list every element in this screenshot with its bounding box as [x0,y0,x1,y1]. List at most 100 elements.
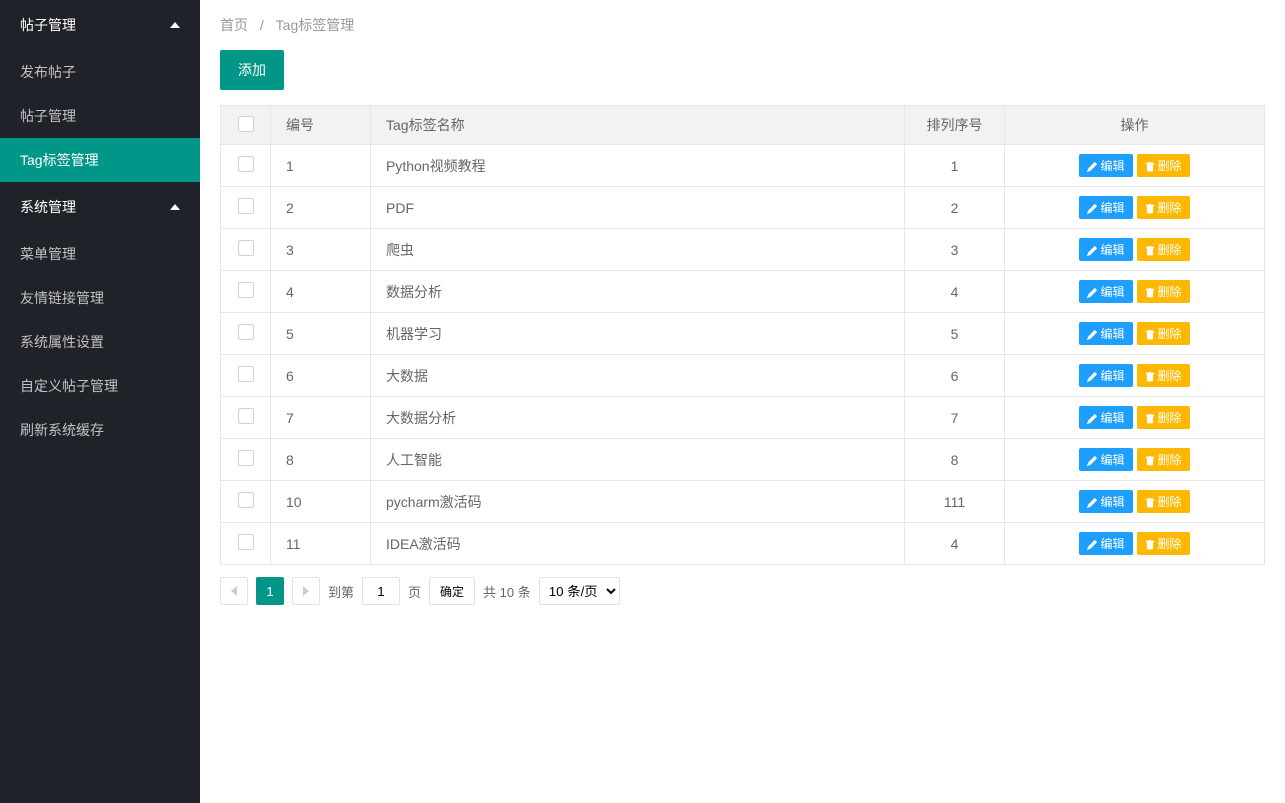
chevron-up-icon [170,204,180,210]
row-id: 6 [271,355,371,397]
row-name: 大数据 [371,355,905,397]
row-name: 爬虫 [371,229,905,271]
edit-label: 编辑 [1100,451,1124,468]
sidebar-item[interactable]: 自定义帖子管理 [0,364,200,408]
edit-label: 编辑 [1100,199,1124,216]
breadcrumb-separator: / [260,17,264,33]
row-name: Python视频教程 [371,145,905,187]
row-checkbox[interactable] [238,156,254,172]
pencil-icon [1087,539,1097,549]
row-checkbox[interactable] [238,240,254,256]
page-input[interactable] [362,577,400,605]
delete-label: 删除 [1158,325,1182,342]
nav-group-title[interactable]: 帖子管理 [0,0,200,50]
edit-label: 编辑 [1100,535,1124,552]
row-checkbox[interactable] [238,408,254,424]
row-id: 2 [271,187,371,229]
prev-page-button[interactable] [220,577,248,605]
per-page-select[interactable]: 10 条/页 [539,577,620,605]
edit-button[interactable]: 编辑 [1079,238,1132,261]
goto-label: 到第 [328,582,354,601]
row-actions: 编辑 删除 [1005,271,1265,313]
row-id: 4 [271,271,371,313]
delete-button[interactable]: 删除 [1137,154,1190,177]
next-page-button[interactable] [292,577,320,605]
table-row: 10pycharm激活码111编辑删除 [221,481,1265,523]
nav-group-title[interactable]: 系统管理 [0,182,200,232]
edit-button[interactable]: 编辑 [1079,532,1132,555]
nav-group-label: 系统管理 [20,197,76,217]
sidebar-item[interactable]: 菜单管理 [0,232,200,276]
sidebar-item[interactable]: 帖子管理 [0,94,200,138]
row-checkbox[interactable] [238,198,254,214]
row-id: 11 [271,523,371,565]
delete-label: 删除 [1158,409,1182,426]
sidebar-item[interactable]: 发布帖子 [0,50,200,94]
row-actions: 编辑删除 [1005,145,1265,187]
delete-button[interactable]: 删除 [1137,532,1190,555]
edit-button[interactable]: 编辑 [1079,448,1132,471]
delete-label: 删除 [1158,367,1182,384]
table-row: 11IDEA激活码4编辑删除 [221,523,1265,565]
row-sort: 111 [905,481,1005,523]
row-name: PDF [371,187,905,229]
breadcrumb: 首页 / Tag标签管理 [220,15,1265,35]
edit-button[interactable]: 编辑 [1079,280,1132,303]
edit-button[interactable]: 编辑 [1079,322,1132,345]
row-checkbox[interactable] [238,324,254,340]
table-row: 6大数据6 编辑 删除 [221,355,1265,397]
row-checkbox[interactable] [238,534,254,550]
delete-button[interactable]: 删除 [1137,238,1190,261]
edit-button[interactable]: 编辑 [1079,364,1132,387]
row-name: 大数据分析 [371,397,905,439]
edit-button[interactable]: 编辑 [1079,490,1132,513]
edit-button[interactable]: 编辑 [1079,154,1132,177]
delete-label: 删除 [1158,535,1182,552]
trash-icon [1145,413,1155,423]
delete-button[interactable]: 删除 [1137,364,1190,387]
delete-button[interactable]: 删除 [1137,406,1190,429]
breadcrumb-home[interactable]: 首页 [220,17,248,33]
row-checkbox[interactable] [238,366,254,382]
goto-confirm-button[interactable]: 确定 [429,577,475,605]
delete-label: 删除 [1158,283,1182,300]
delete-button[interactable]: 删除 [1137,280,1190,303]
row-sort: 8 [905,439,1005,481]
table-row: 3爬虫3编辑删除 [221,229,1265,271]
trash-icon [1145,329,1155,339]
row-id: 8 [271,439,371,481]
trash-icon [1145,203,1155,213]
delete-button[interactable]: 删除 [1137,322,1190,345]
delete-button[interactable]: 删除 [1137,448,1190,471]
row-sort: 6 [905,355,1005,397]
row-checkbox[interactable] [238,450,254,466]
edit-button[interactable]: 编辑 [1079,406,1132,429]
row-name: 数据分析 [371,271,905,313]
edit-button[interactable]: 编辑 [1079,196,1132,219]
select-all-checkbox[interactable] [238,116,254,132]
row-checkbox[interactable] [238,492,254,508]
edit-label: 编辑 [1100,493,1124,510]
table-row: 4数据分析4编辑删除 [221,271,1265,313]
sidebar-item[interactable]: 刷新系统缓存 [0,408,200,452]
row-actions: 编辑删除 [1005,481,1265,523]
trash-icon [1145,497,1155,507]
trash-icon [1145,287,1155,297]
row-id: 5 [271,313,371,355]
trash-icon [1145,245,1155,255]
row-sort: 4 [905,523,1005,565]
sidebar-item[interactable]: 系统属性设置 [0,320,200,364]
row-sort: 3 [905,229,1005,271]
row-actions: 编辑删除 [1005,229,1265,271]
row-checkbox[interactable] [238,282,254,298]
trash-icon [1145,371,1155,381]
pencil-icon [1087,287,1097,297]
page-1-button[interactable]: 1 [256,577,284,605]
row-id: 3 [271,229,371,271]
add-button[interactable]: 添加 [220,50,284,90]
delete-button[interactable]: 删除 [1137,196,1190,219]
row-actions: 编辑 删除 [1005,355,1265,397]
delete-button[interactable]: 删除 [1137,490,1190,513]
sidebar-item[interactable]: 友情链接管理 [0,276,200,320]
sidebar-item[interactable]: Tag标签管理 [0,138,200,182]
